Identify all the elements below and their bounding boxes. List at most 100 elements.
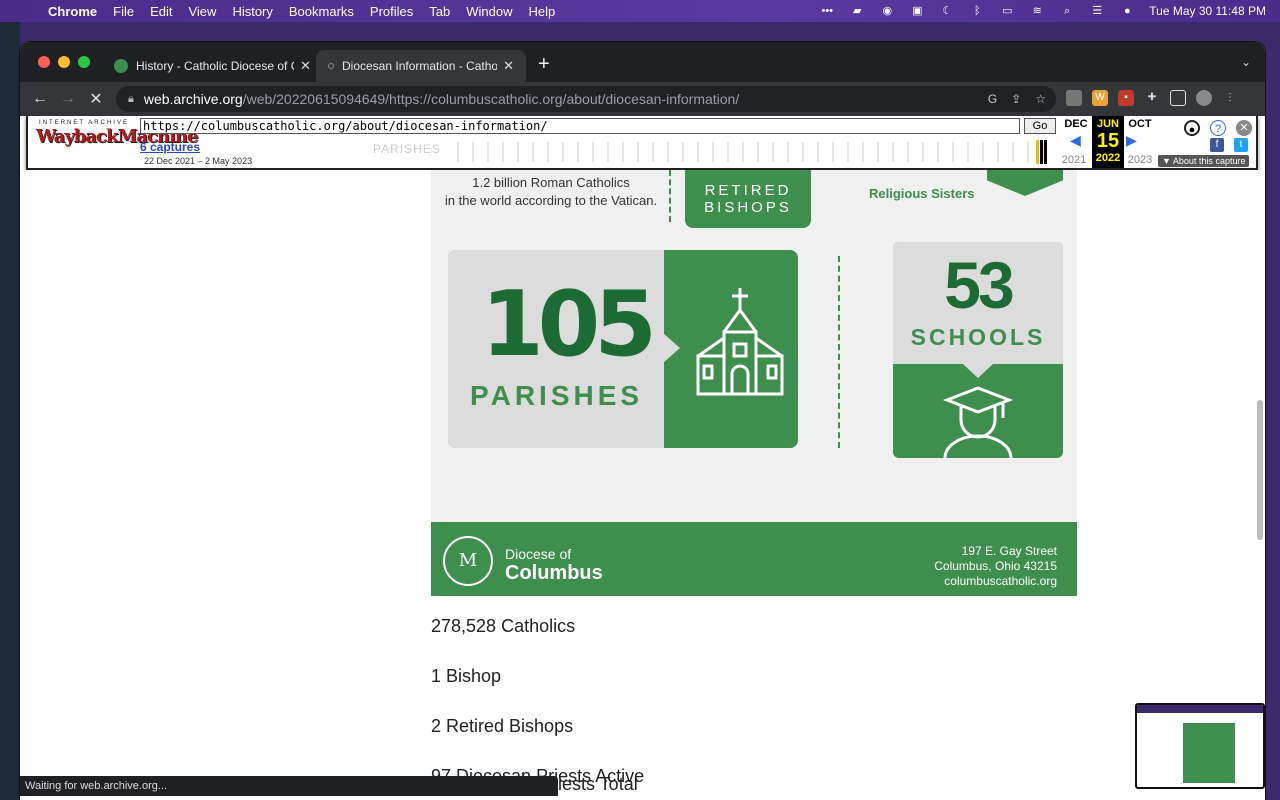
menu-help[interactable]: Help <box>521 4 564 19</box>
wayback-go-button[interactable]: Go <box>1024 118 1056 134</box>
address-bar[interactable]: 🔒︎ web.archive.org /web/20220615094649/h… <box>116 86 1056 112</box>
menu-app-chrome[interactable]: Chrome <box>40 4 105 19</box>
forward-button[interactable]: → <box>54 90 82 108</box>
stat-retired-bishops: 2 Retired Bishops <box>431 716 574 736</box>
menu-history[interactable]: History <box>224 4 280 19</box>
b-app-icon[interactable]: ▣ <box>909 4 925 18</box>
back-button[interactable]: ← <box>26 90 54 108</box>
loading-favicon-icon <box>328 63 334 69</box>
extension-w-icon[interactable]: W <box>1092 90 1108 106</box>
world-catholics-text: 1.2 billion Roman Catholics in the world… <box>431 174 671 210</box>
sparkline-capture-bar <box>1040 140 1043 164</box>
twitter-icon[interactable]: t <box>1234 138 1248 152</box>
thumbnail-menubar <box>1137 705 1263 713</box>
tab-title: History - Catholic Diocese of C <box>136 59 294 73</box>
siri-icon[interactable]: ● <box>1119 4 1135 18</box>
diocese-of-label: Diocese of <box>505 546 572 562</box>
page-scrollbar-thumb[interactable] <box>1257 400 1263 540</box>
extensions-puzzle-icon[interactable]: ✚ <box>1144 90 1160 106</box>
prev-capture-arrow-icon[interactable]: ◀ <box>1070 132 1081 149</box>
app-status-icon[interactable]: ◉ <box>879 4 895 18</box>
wayback-toolbar: INTERNET ARCHIVE WaybackMachine https://… <box>26 116 1258 170</box>
side-panel-icon[interactable] <box>1170 90 1186 106</box>
sparkline-capture-bar <box>1036 140 1039 164</box>
diocese-footer-band: M Diocese of Columbus 197 E. Gay Street … <box>431 522 1077 596</box>
tab-title: Diocesan Information - Catholic <box>342 59 498 73</box>
religious-sisters-label: Religious Sisters <box>869 186 975 201</box>
diocese-address: 197 E. Gay Street Columbus, Ohio 43215 c… <box>934 544 1057 589</box>
control-center-icon[interactable]: ☰ <box>1089 4 1105 18</box>
browser-window: History - Catholic Diocese of C ✕ Dioces… <box>20 42 1265 800</box>
schools-label: SCHOOLS <box>910 324 1046 350</box>
diocese-favicon-icon <box>114 59 128 73</box>
extension-grey-icon[interactable] <box>1066 90 1082 106</box>
spotlight-search-icon[interactable]: ⌕ <box>1059 4 1075 18</box>
bluetooth-icon[interactable]: ᛒ <box>969 4 985 18</box>
schools-number: 53 <box>944 248 1014 322</box>
menu-bookmarks[interactable]: Bookmarks <box>281 4 362 19</box>
menu-window[interactable]: Window <box>458 4 520 19</box>
menu-profiles[interactable]: Profiles <box>362 4 421 19</box>
sisters-badge-shape <box>987 170 1063 196</box>
captures-link[interactable]: 6 captures <box>140 140 200 154</box>
bookmark-star-icon[interactable]: ☆ <box>1035 92 1046 106</box>
user-account-icon[interactable]: ● <box>1184 120 1200 136</box>
battery-icon[interactable]: ▭ <box>999 4 1015 18</box>
schools-notch <box>963 364 993 378</box>
retired-bishops-box: RETIRED BISHOPS <box>685 170 811 228</box>
close-tab-icon[interactable]: ✕ <box>503 58 514 74</box>
close-tab-icon[interactable]: ✕ <box>300 58 311 74</box>
profile-avatar[interactable] <box>1196 90 1212 106</box>
prev-month-label: DEC <box>1064 118 1088 130</box>
about-capture-button[interactable]: ▼ About this capture <box>1158 155 1250 167</box>
stop-loading-button[interactable]: ✕ <box>82 89 110 109</box>
zoom-window-button[interactable] <box>78 56 90 68</box>
tab-diocesan-information[interactable]: Diocesan Information - Catholic ✕ <box>316 50 526 82</box>
extension-red-icon[interactable]: ▪ <box>1118 90 1134 106</box>
capture-date-range: 22 Dec 2021 – 2 May 2023 <box>144 156 253 166</box>
next-capture-arrow-icon[interactable]: ▶ <box>1126 132 1137 149</box>
screen-icon[interactable]: ▰ <box>849 4 865 18</box>
chrome-menu-icon[interactable]: ⋮ <box>1222 90 1238 106</box>
menu-file[interactable]: File <box>105 4 142 19</box>
close-window-button[interactable] <box>38 56 50 68</box>
moon-icon[interactable]: ☾ <box>939 4 955 18</box>
facebook-icon[interactable]: f <box>1210 138 1224 152</box>
thumbnail-infographic <box>1183 723 1235 783</box>
close-toolbar-icon[interactable]: ✕ <box>1236 120 1252 136</box>
church-icon <box>696 288 784 396</box>
diocese-seal-logo: M <box>443 536 493 586</box>
dashed-divider <box>838 256 840 448</box>
help-icon[interactable]: ? <box>1210 120 1226 136</box>
screenshot-thumbnail-preview[interactable] <box>1135 703 1265 789</box>
menu-view[interactable]: View <box>180 4 224 19</box>
parishes-card: 105 PARISHES <box>448 250 798 448</box>
stat-catholics: 278,528 Catholics <box>431 616 576 636</box>
browser-toolbar: ← → ✕ 🔒︎ web.archive.org /web/2022061509… <box>20 82 1265 116</box>
menubar-clock[interactable]: Tue May 30 11:48 PM <box>1149 4 1266 18</box>
new-tab-button[interactable]: + <box>538 53 550 76</box>
wayback-url-input[interactable]: https://columbuscatholic.org/about/dioce… <box>140 118 1020 134</box>
capture-sparkline[interactable] <box>428 140 1048 164</box>
tab-search-chevron-icon[interactable]: ⌄ <box>1241 55 1251 69</box>
current-year: 2022 <box>1095 152 1121 164</box>
lock-icon[interactable]: 🔒︎ <box>128 93 134 106</box>
stat-priests-total-partial: iests Total <box>558 774 638 794</box>
tab-strip: History - Catholic Diocese of C ✕ Dioces… <box>20 42 1265 82</box>
next-year-label: 2023 <box>1127 154 1153 166</box>
current-day: 15 <box>1096 130 1120 152</box>
google-lens-icon[interactable]: G <box>988 92 997 106</box>
macos-menubar: Chrome File Edit View History Bookmarks … <box>0 0 1280 22</box>
tab-history[interactable]: History - Catholic Diocese of C ✕ <box>102 50 323 82</box>
current-capture-date: JUN 15 2022 <box>1092 116 1124 168</box>
minimize-window-button[interactable] <box>58 56 70 68</box>
menu-tab[interactable]: Tab <box>421 4 458 19</box>
share-icon[interactable]: ⇪ <box>1011 92 1021 106</box>
menu-edit[interactable]: Edit <box>142 4 180 19</box>
url-domain: web.archive.org <box>143 91 243 107</box>
schools-card: 53 SCHOOLS <box>893 242 1063 458</box>
sparkline-capture-bar <box>1044 140 1047 164</box>
wayback-logo[interactable]: INTERNET ARCHIVE WaybackMachine <box>36 120 198 147</box>
more-dots-icon[interactable]: ••• <box>819 4 835 18</box>
wifi-icon[interactable]: ≋ <box>1029 4 1045 18</box>
